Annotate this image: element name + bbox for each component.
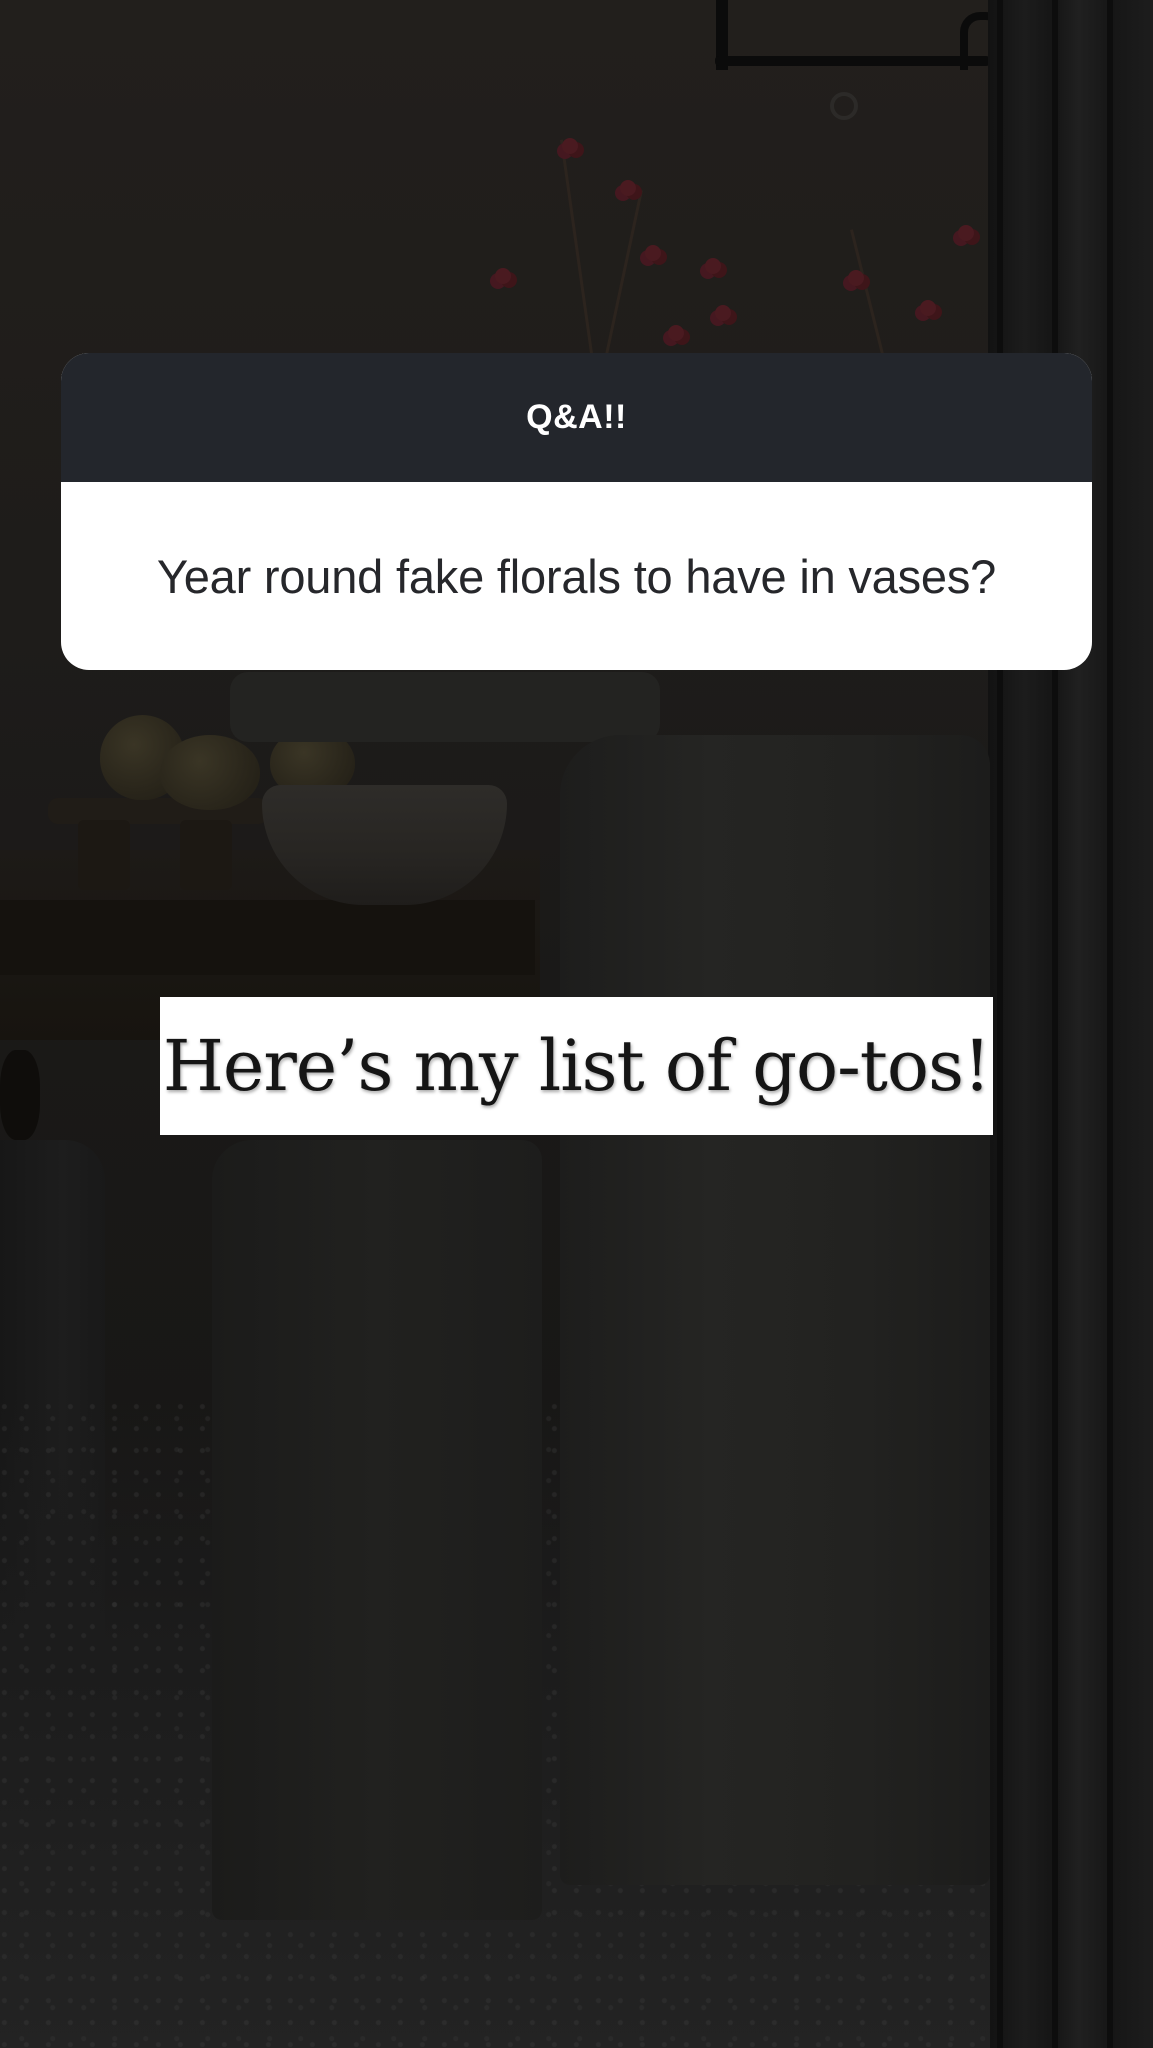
question-text: Year round fake florals to have in vases… [156, 549, 997, 603]
question-sticker-header: Q&A!! [61, 353, 1092, 482]
door-frame-groove [1107, 0, 1113, 2048]
dining-table-top [0, 900, 535, 975]
question-sticker-title: Q&A!! [526, 398, 627, 436]
door-frame-groove [1052, 0, 1058, 2048]
blossom [848, 270, 864, 286]
wooden-tray-leg [78, 820, 130, 890]
caption-banner: Here’s my list of go-tos! [160, 997, 993, 1135]
question-sticker-body: Year round fake florals to have in vases… [61, 482, 1092, 670]
slipcover-chair [560, 735, 990, 1885]
blossom [705, 258, 721, 274]
blossom [620, 180, 636, 196]
curtain-ring [830, 92, 858, 120]
door-frame [988, 0, 1153, 2048]
door-frame-groove [997, 0, 1003, 2048]
curtain-rail [715, 56, 990, 66]
pear [160, 735, 260, 810]
blossom [668, 325, 684, 341]
chair-left [212, 1140, 542, 1920]
blossom [715, 305, 731, 321]
caption-text: Here’s my list of go-tos! [162, 1025, 991, 1107]
blossom [645, 245, 661, 261]
blossom [958, 225, 974, 241]
blossom [562, 138, 578, 154]
dining-table-leg [0, 1050, 40, 1140]
question-sticker[interactable]: Q&A!! Year round fake florals to have in… [61, 353, 1092, 670]
wooden-tray-leg [180, 820, 232, 890]
blossom [920, 300, 936, 316]
chair-top [230, 672, 660, 742]
blossom [495, 268, 511, 284]
